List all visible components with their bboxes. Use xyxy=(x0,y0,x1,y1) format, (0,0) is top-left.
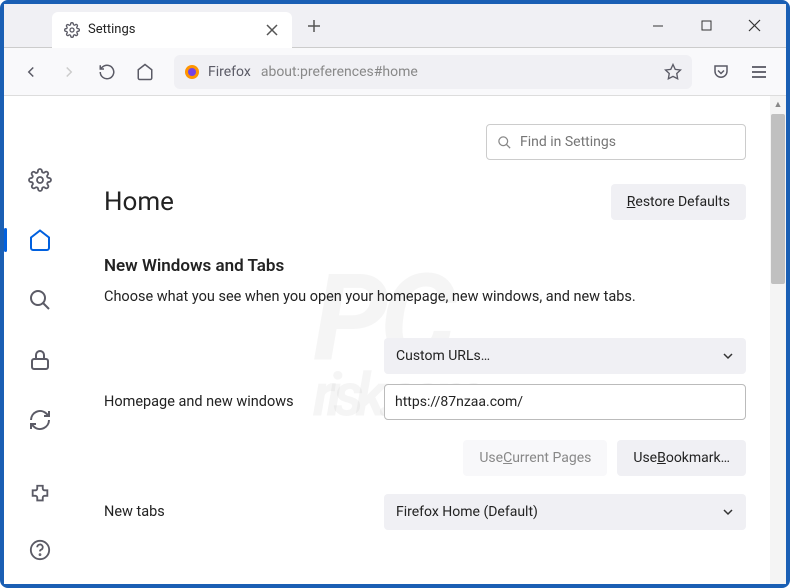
content: PCrisk.com Home Restore Defaults New Win… xyxy=(4,96,786,584)
sidebar-item-extensions[interactable] xyxy=(26,480,54,508)
maximize-button[interactable] xyxy=(686,10,726,42)
newtabs-dropdown[interactable]: Firefox Home (Default) xyxy=(384,494,746,530)
toolbar: Firefox about:preferences#home xyxy=(4,48,786,96)
app-menu-button[interactable] xyxy=(742,55,776,89)
search-input[interactable] xyxy=(520,134,735,150)
browser-tab[interactable]: Settings xyxy=(52,12,292,48)
tab-title: Settings xyxy=(88,22,256,37)
chevron-down-icon xyxy=(722,350,734,362)
search-icon xyxy=(497,135,512,150)
url-bar[interactable]: Firefox about:preferences#home xyxy=(174,55,692,89)
home-button[interactable] xyxy=(128,55,162,89)
page-title: Home xyxy=(104,187,174,217)
close-window-button[interactable] xyxy=(734,10,774,42)
chevron-down-icon xyxy=(722,506,734,518)
forward-button[interactable] xyxy=(52,55,86,89)
scrollbar[interactable]: ▲ xyxy=(770,96,786,584)
gear-icon xyxy=(64,22,80,38)
dropdown-value: Firefox Home (Default) xyxy=(396,504,538,520)
use-bookmark-button[interactable]: Use Bookmark… xyxy=(617,440,746,476)
dropdown-value: Custom URLs… xyxy=(396,348,490,364)
section-description: Choose what you see when you open your h… xyxy=(104,286,746,308)
identity-box[interactable]: Firefox xyxy=(184,64,251,80)
bookmark-star-icon[interactable] xyxy=(664,63,682,81)
back-button[interactable] xyxy=(14,55,48,89)
scroll-thumb[interactable] xyxy=(771,114,785,284)
sidebar-item-search[interactable] xyxy=(26,286,54,314)
section-title: New Windows and Tabs xyxy=(104,256,746,276)
minimize-button[interactable] xyxy=(638,10,678,42)
pocket-button[interactable] xyxy=(704,55,738,89)
sidebar-item-privacy[interactable] xyxy=(26,346,54,374)
close-icon[interactable] xyxy=(264,22,280,38)
settings-search[interactable] xyxy=(486,124,746,160)
homepage-mode-dropdown[interactable]: Custom URLs… xyxy=(384,338,746,374)
new-tab-button[interactable] xyxy=(300,12,328,40)
settings-sidebar xyxy=(4,96,76,584)
homepage-label: Homepage and new windows xyxy=(104,393,384,410)
newtabs-label: New tabs xyxy=(104,503,384,520)
sidebar-item-general[interactable] xyxy=(26,166,54,194)
firefox-icon xyxy=(184,64,200,80)
sidebar-item-help[interactable] xyxy=(26,536,54,564)
use-current-pages-button[interactable]: Use Current Pages xyxy=(463,440,607,476)
restore-defaults-button[interactable]: Restore Defaults xyxy=(611,184,746,220)
homepage-url-input[interactable] xyxy=(384,384,746,420)
reload-button[interactable] xyxy=(90,55,124,89)
sidebar-item-home[interactable] xyxy=(26,226,54,254)
settings-main: Home Restore Defaults New Windows and Ta… xyxy=(76,96,786,584)
window-controls xyxy=(638,10,774,42)
scroll-up-icon[interactable]: ▲ xyxy=(770,96,786,112)
url-text: about:preferences#home xyxy=(261,64,418,80)
sidebar-item-sync[interactable] xyxy=(26,406,54,434)
identity-label: Firefox xyxy=(208,64,251,80)
titlebar: Settings xyxy=(4,4,786,48)
